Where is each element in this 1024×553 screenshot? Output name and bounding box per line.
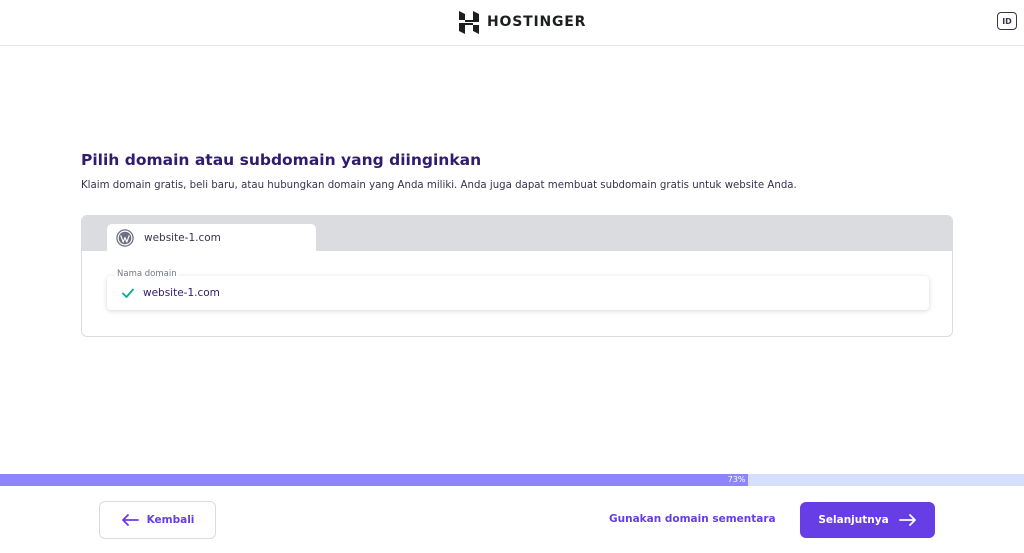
page-description: Klaim domain gratis, beli baru, atau hub… [81,180,797,191]
use-temporary-domain-link[interactable]: Gunakan domain sementara [609,513,776,525]
wordpress-icon [116,228,134,247]
back-button-label: Kembali [146,514,195,526]
language-selector[interactable]: ID [997,12,1017,30]
domain-name-field[interactable]: Nama domain website-1.com [107,268,929,310]
top-bar: HOSTINGER ID [0,0,1024,46]
card-tab-strip: website-1.com [82,216,952,251]
arrow-left-icon [121,514,139,526]
progress-fill: 73% [0,474,748,486]
progress-bar: 73% [0,474,1024,486]
back-button[interactable]: Kembali [99,501,216,539]
arrow-right-icon [898,514,916,526]
tab-website-label: website-1.com [144,231,221,244]
next-button[interactable]: Selanjutnya [800,502,935,538]
hostinger-logo[interactable]: HOSTINGER [459,10,586,34]
domain-card: website-1.com Nama domain website-1.com [81,215,953,337]
page-title: Pilih domain atau subdomain yang diingin… [81,151,482,169]
domain-name-label: Nama domain [115,268,179,280]
next-button-label: Selanjutnya [818,514,889,526]
tab-website[interactable]: website-1.com [107,224,316,251]
check-icon [122,288,134,298]
domain-name-value: website-1.com [143,287,220,299]
brand-name: HOSTINGER [487,14,587,30]
hostinger-logo-icon [459,10,479,34]
progress-percent: 73% [727,475,746,484]
